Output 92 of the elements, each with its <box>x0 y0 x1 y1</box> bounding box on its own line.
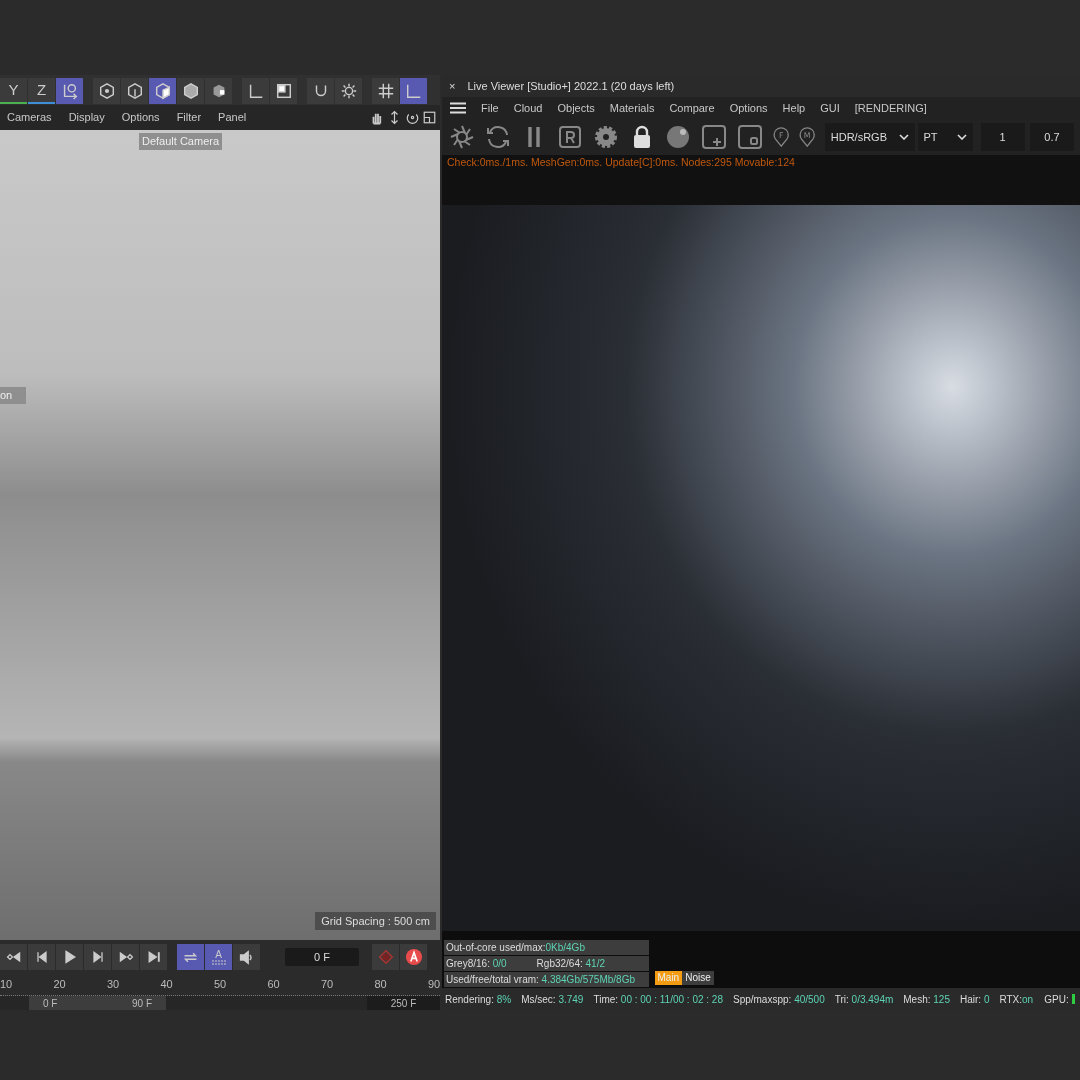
status-stat: Tri: 0/3.494m <box>834 992 894 1007</box>
gear-icon <box>339 82 358 100</box>
ruler-label: 40 <box>160 977 174 993</box>
status-stat: Spp/maxspp: 40/500 <box>732 992 825 1007</box>
grid-spacing-label: Grid Spacing : 500 cm <box>315 911 436 930</box>
menu-item[interactable]: Cloud <box>513 99 543 117</box>
axis-button[interactable]: Y <box>0 78 27 104</box>
transport-button[interactable] <box>112 944 139 970</box>
toolbar-button[interactable] <box>335 78 362 104</box>
range-end: 90 F <box>132 997 152 1010</box>
window-title: Live Viewer [Studio+] 2022.1 (20 days left) <box>467 78 675 94</box>
menu-item[interactable]: Filter <box>176 109 202 126</box>
toolbar-button[interactable] <box>121 78 148 104</box>
speaker-icon <box>238 948 255 966</box>
edge-mode-icon <box>125 82 144 100</box>
autokey-record-button[interactable] <box>400 944 427 970</box>
menu-item[interactable]: Help <box>782 99 806 117</box>
menu-item[interactable]: Objects <box>557 99 595 117</box>
square-icon[interactable] <box>736 122 764 151</box>
range-bar[interactable]: 0 F 90 F <box>29 996 166 1010</box>
number-field[interactable]: 0.7 <box>1030 122 1074 151</box>
menu-icon[interactable] <box>450 101 466 114</box>
previous-key-icon <box>5 949 22 965</box>
ruler-label: 50 <box>214 977 228 993</box>
status-stat: GPU: <box>1044 991 1075 1007</box>
keyframe-bar-icon <box>211 959 226 965</box>
menu-item[interactable]: Panel <box>218 109 247 126</box>
toolbar-button[interactable] <box>177 78 204 104</box>
menu-item[interactable]: File <box>481 99 499 117</box>
add-icon[interactable] <box>700 122 728 151</box>
ruler-label: 60 <box>267 977 281 993</box>
transport-button[interactable] <box>56 944 83 970</box>
transport-button[interactable] <box>140 944 167 970</box>
timeline-mode-button[interactable]: A <box>205 944 232 970</box>
record-icon <box>376 948 395 966</box>
menu-item[interactable]: Options <box>121 109 160 126</box>
ruler-label: 20 <box>53 977 67 993</box>
square-icon <box>274 82 293 100</box>
toolbar-button[interactable] <box>149 78 176 104</box>
toolbar-button[interactable] <box>242 78 269 104</box>
menu-item[interactable]: Options <box>729 99 768 117</box>
menu-item[interactable]: GUI <box>820 99 840 117</box>
menu-item[interactable]: [RENDERING] <box>854 99 927 117</box>
ruler-label: 70 <box>321 977 335 993</box>
toolbar-button[interactable] <box>372 78 399 104</box>
ruler-label: 10 <box>0 977 14 993</box>
toolbar-button[interactable] <box>205 78 232 104</box>
memory-stat: Used/free/total vram: 4.384Gb/575Mb/8Gb <box>446 973 635 988</box>
status-stat: Rendering: 8% <box>445 992 512 1007</box>
timeline-mode-button[interactable] <box>177 944 204 970</box>
gpu-meter-icon <box>1071 994 1075 1004</box>
number-field[interactable]: 1 <box>980 122 1025 151</box>
status-stat: Time: 00 : 00 : 11/00 : 02 : 28 <box>593 992 723 1007</box>
toolbar-button[interactable] <box>270 78 297 104</box>
toolbar-button[interactable] <box>93 78 120 104</box>
toolbar-button[interactable] <box>307 78 334 104</box>
dropdown[interactable]: PT <box>917 122 973 151</box>
next-key-icon <box>117 949 134 965</box>
autokey-icon <box>404 948 423 966</box>
chevron-icon <box>898 133 909 140</box>
axis-icon <box>404 82 423 100</box>
cube-icon <box>181 82 200 100</box>
ruler-label: 80 <box>374 977 388 993</box>
close-icon[interactable]: × <box>449 77 456 95</box>
viewport-label: on <box>0 387 27 404</box>
axis-button[interactable]: Z <box>28 78 55 104</box>
status-stat: Hair: 0 <box>960 992 990 1007</box>
menu-item[interactable]: Display <box>68 109 105 126</box>
menu-item[interactable]: Compare <box>669 99 715 117</box>
range-start: 0 F <box>43 997 58 1010</box>
transport-button[interactable] <box>84 944 111 970</box>
menu-item[interactable]: Cameras <box>7 109 52 126</box>
memory-stat: Rgb32/64: 41/2 <box>536 957 605 972</box>
memory-stat: Out-of-core used/max:0Kb/4Gb <box>446 941 585 956</box>
dropdown[interactable]: HDR/sRGB <box>824 122 915 151</box>
grid-icon <box>376 82 395 100</box>
pass-tab[interactable]: Noise <box>682 971 714 986</box>
transport-button[interactable] <box>28 944 55 970</box>
status-stat: Ms/sec: 3.749 <box>521 992 584 1007</box>
status-stat: Mesh: 125 <box>903 992 950 1007</box>
ruler-label: 30 <box>107 977 121 993</box>
point-mode-icon <box>97 82 116 100</box>
end-frame-field[interactable]: 250 F <box>367 996 440 1010</box>
timeline-mode-button[interactable] <box>233 944 260 970</box>
polygon-mode-icon <box>153 82 172 100</box>
transport-button[interactable] <box>0 944 27 970</box>
frame-field[interactable]: 0 F <box>285 948 359 966</box>
chevron-icon <box>956 133 967 140</box>
status-stat: RTX:on <box>999 992 1034 1007</box>
menu-item[interactable]: Materials <box>609 99 655 117</box>
maximize-icon <box>422 110 438 125</box>
memory-stat: Grey8/16: 0/0 <box>446 957 507 972</box>
